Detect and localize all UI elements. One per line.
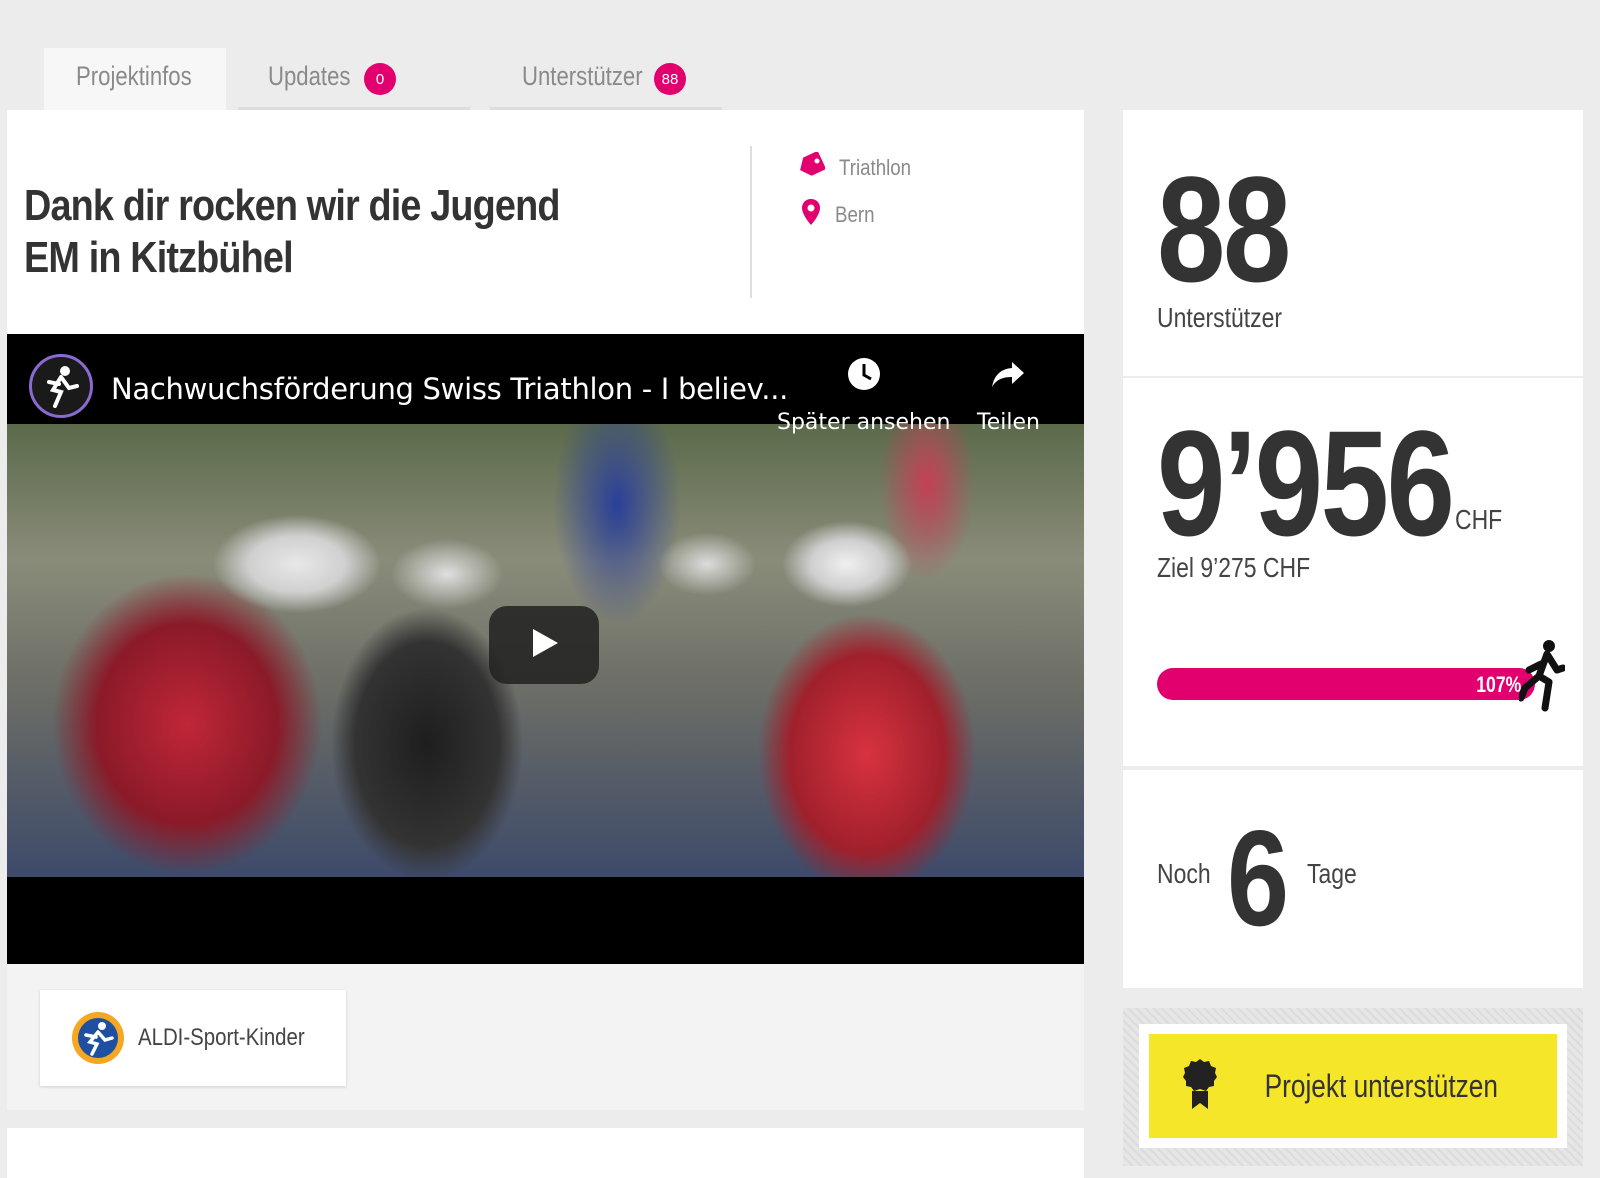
- share-arrow-icon: [990, 356, 1026, 398]
- supporters-count: 88: [1157, 145, 1291, 313]
- tab-bar: Projektinfos Updates 0 Unterstützer 88: [44, 48, 722, 110]
- project-main-card: Dank dir rocken wir die Jugend EM in Kit…: [7, 110, 1084, 1110]
- play-icon: [527, 626, 561, 665]
- category-label: Triathlon: [839, 155, 912, 180]
- project-category[interactable]: Triathlon: [797, 150, 924, 184]
- video-letterbox: [7, 877, 1084, 964]
- runner-icon: [1517, 638, 1567, 719]
- project-location[interactable]: Bern: [797, 198, 881, 232]
- currency-label: CHF: [1455, 504, 1503, 535]
- sponsor-name: ALDI-Sport-Kinder: [138, 1024, 305, 1051]
- progress-bar: 107%: [1157, 668, 1535, 700]
- tab-updates[interactable]: Updates 0: [238, 48, 470, 110]
- award-ribbon-icon: [1182, 1058, 1217, 1115]
- amount-stat: 9’956 CHF Ziel 9’275 CHF: [1123, 378, 1583, 766]
- days-left-count: 6: [1227, 802, 1289, 954]
- updates-count-badge: 0: [364, 63, 396, 95]
- clock-icon: [846, 356, 882, 398]
- tab-unterstuetzer-label: Unterstützer: [522, 61, 643, 91]
- supporters-stat: 88 Unterstützer: [1123, 110, 1583, 376]
- sponsor-card[interactable]: ALDI-Sport-Kinder: [40, 990, 346, 1086]
- progress-label: 107%: [1475, 672, 1521, 697]
- watch-later-button[interactable]: Später ansehen: [777, 356, 950, 435]
- support-project-label: Projekt unterstützen: [1264, 1067, 1498, 1104]
- project-header: Dank dir rocken wir die Jugend EM in Kit…: [7, 110, 1084, 334]
- days-left-stat: Noch 6 Tage: [1123, 770, 1583, 988]
- channel-logo[interactable]: [29, 354, 93, 418]
- raised-amount: 9’956: [1157, 399, 1455, 567]
- supporters-label: Unterstützer: [1157, 302, 1283, 333]
- share-label: Teilen: [977, 410, 1040, 435]
- cta-container: Projekt unterstützen: [1139, 1024, 1567, 1148]
- next-section-card: [7, 1128, 1084, 1178]
- video-title[interactable]: Nachwuchsförderung Swiss Triathlon - I b…: [111, 372, 788, 406]
- video-top-bar: Nachwuchsförderung Swiss Triathlon - I b…: [7, 334, 1084, 435]
- days-suffix: Tage: [1307, 858, 1357, 889]
- goal-text: Ziel 9’275 CHF: [1157, 552, 1311, 583]
- tab-updates-label: Updates: [268, 61, 351, 91]
- cta-frame: Projekt unterstützen: [1123, 1008, 1583, 1166]
- page-title: Dank dir rocken wir die Jugend EM in Kit…: [24, 181, 560, 282]
- video-player[interactable]: Nachwuchsförderung Swiss Triathlon - I b…: [7, 334, 1084, 964]
- location-label: Bern: [835, 202, 875, 227]
- tag-icon: [797, 150, 827, 184]
- tab-projektinfos-label: Projektinfos: [76, 61, 192, 91]
- play-button[interactable]: [489, 606, 599, 684]
- map-pin-icon: [801, 198, 821, 232]
- tab-unterstuetzer[interactable]: Unterstützer 88: [490, 48, 722, 110]
- support-project-button[interactable]: Projekt unterstützen: [1149, 1034, 1557, 1138]
- watch-later-label: Später ansehen: [777, 410, 951, 435]
- share-button[interactable]: Teilen: [977, 356, 1040, 435]
- days-prefix: Noch: [1157, 858, 1211, 889]
- tab-projektinfos[interactable]: Projektinfos: [44, 48, 226, 110]
- sponsor-logo: [72, 1012, 124, 1064]
- supporters-count-badge: 88: [654, 63, 686, 95]
- header-divider: [750, 146, 752, 298]
